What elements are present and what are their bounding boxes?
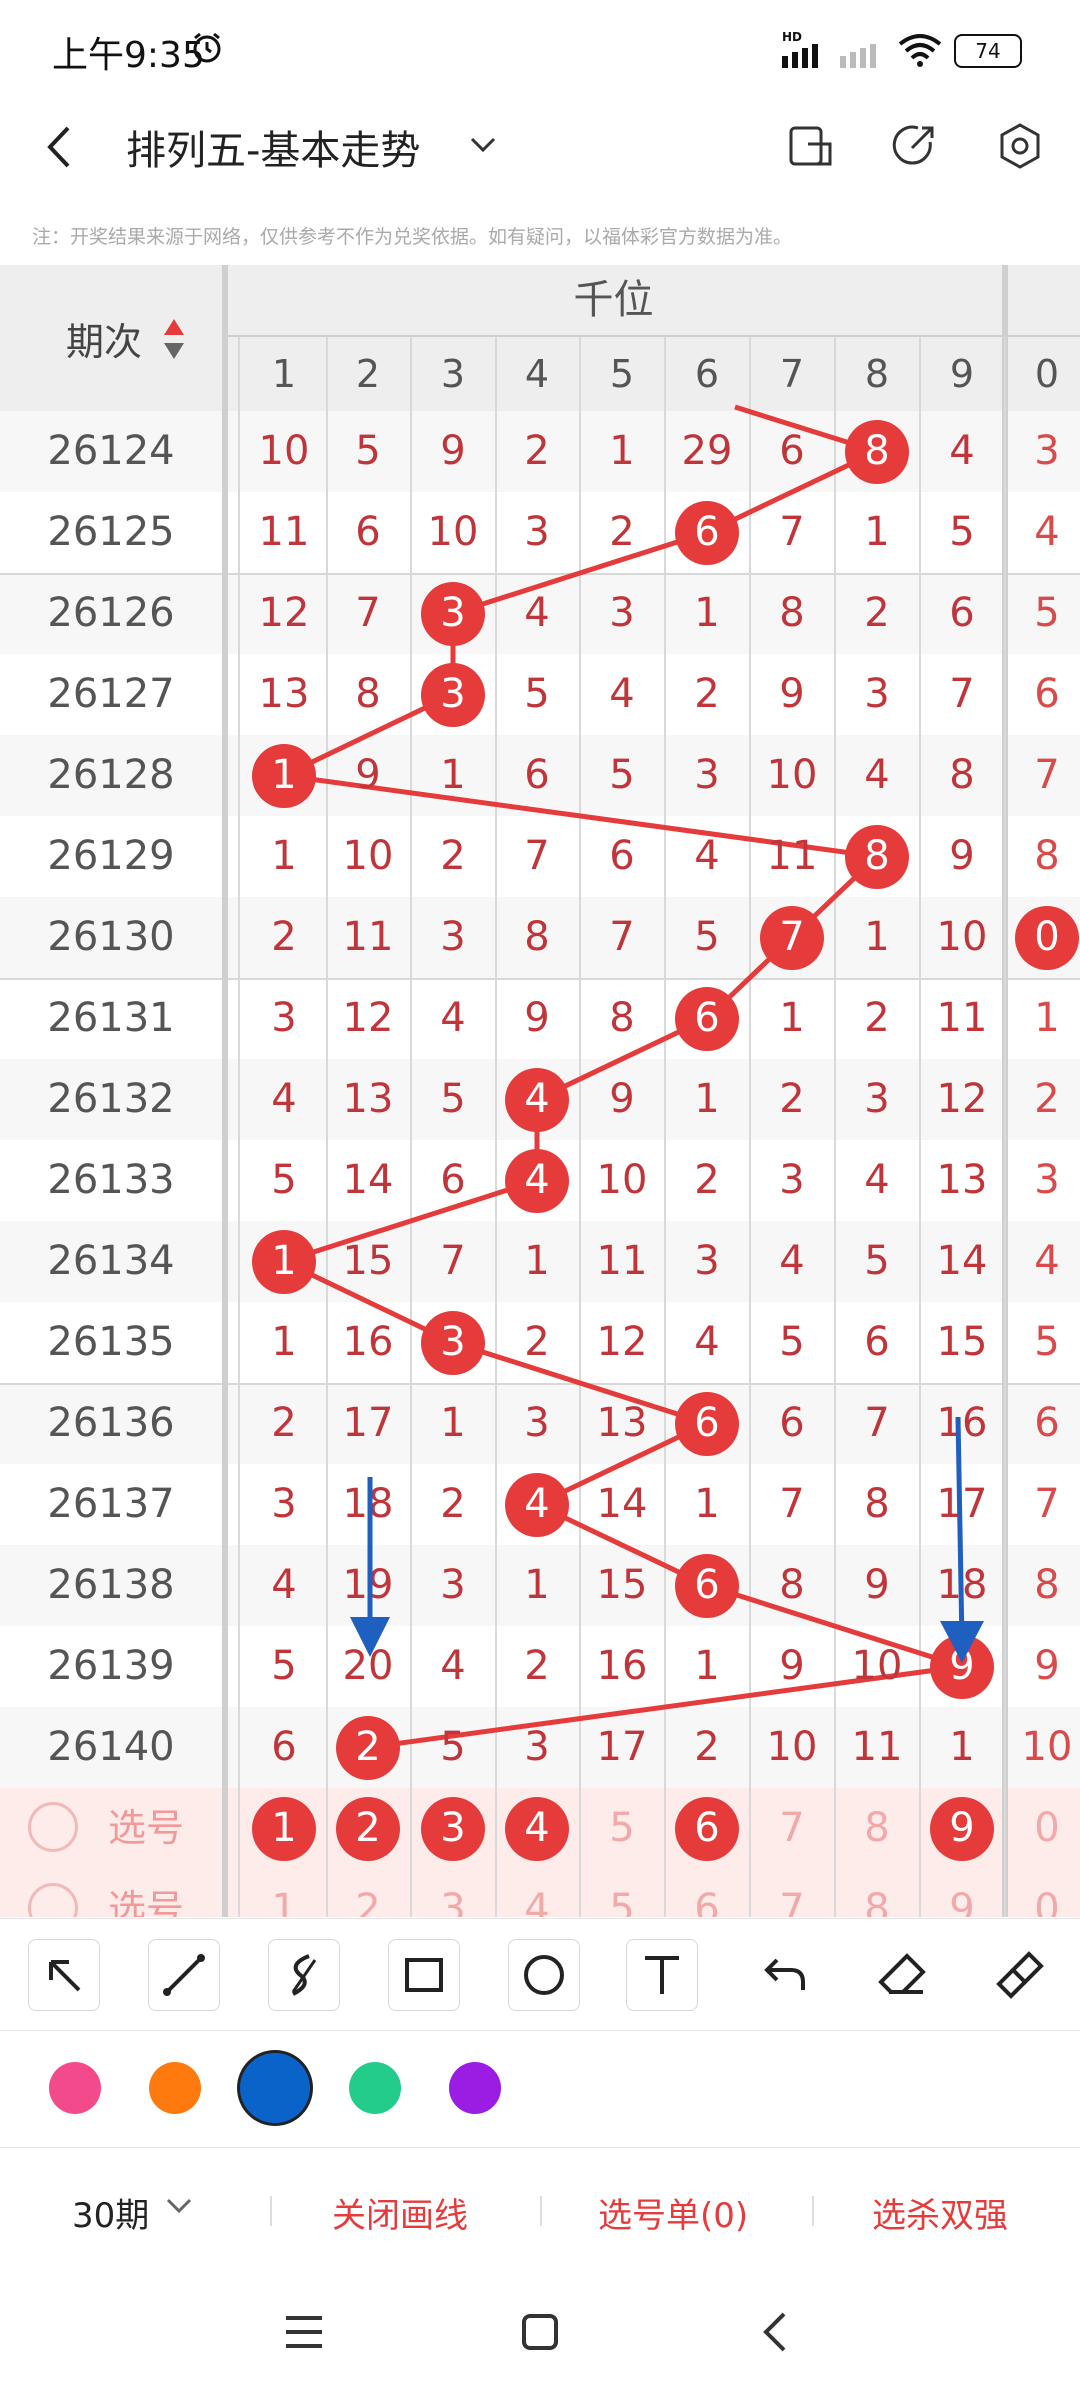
- status-bar: 上午9:35 HD 74: [0, 0, 1080, 100]
- app-header: 排列五-基本走势: [0, 100, 1080, 230]
- color-swatch[interactable]: [349, 2062, 401, 2114]
- close-lines-button[interactable]: 关闭画线: [332, 2188, 468, 2237]
- eraser-icon[interactable]: [866, 1939, 938, 2011]
- text-tool-icon[interactable]: [626, 1939, 698, 2011]
- menu-icon[interactable]: [284, 2312, 324, 2356]
- blue-arrowhead-1: [350, 1617, 390, 1657]
- signal-icon: [782, 42, 832, 72]
- wifi-icon: [898, 32, 942, 72]
- periods-selector[interactable]: 30期: [72, 2188, 149, 2237]
- drawn-arrows: [350, 1416, 984, 1663]
- color-swatch[interactable]: [240, 2053, 310, 2123]
- settings-icon[interactable]: [996, 122, 1044, 174]
- blue-arrow-2: [955, 1416, 965, 1644]
- drawing-toolbar: [0, 1918, 1080, 2029]
- divider: [540, 2196, 542, 2226]
- layout-icon[interactable]: [788, 124, 834, 174]
- divider: [270, 2196, 272, 2226]
- blue-arrowhead-2: [940, 1621, 984, 1663]
- color-palette: [0, 2030, 1080, 2146]
- trend-table: 期次 千位 1234567890 26124 10 5 9 2 1 29 6 8 4 3 26125 1…: [0, 265, 1080, 1917]
- home-icon[interactable]: [520, 2312, 560, 2356]
- share-icon[interactable]: [890, 122, 938, 174]
- line-tool-icon[interactable]: [148, 1939, 220, 2011]
- color-swatch[interactable]: [149, 2062, 201, 2114]
- nav-back-icon[interactable]: [758, 2310, 794, 2358]
- filter-button[interactable]: 选杀双强: [872, 2188, 1008, 2237]
- alarm-icon: [190, 30, 224, 68]
- periods-chevron-icon[interactable]: [164, 2194, 194, 2222]
- status-time: 上午9:35: [52, 35, 205, 76]
- bottom-bar: 30期 关闭画线 选号单(0) 选杀双强: [0, 2147, 1080, 2266]
- rectangle-tool-icon[interactable]: [388, 1939, 460, 2011]
- circle-tool-icon[interactable]: [508, 1939, 580, 2011]
- back-icon[interactable]: [40, 122, 80, 176]
- signal-2-icon: [840, 42, 886, 72]
- chevron-down-icon[interactable]: [468, 130, 498, 164]
- arrow-tool-icon[interactable]: [28, 1939, 100, 2011]
- disclaimer-notice: 注：开奖结果来源于网络，仅供参考不作为兑奖依据。如有疑问，以福体彩官方数据为准。: [32, 226, 793, 248]
- selection-list-button[interactable]: 选号单(0): [598, 2188, 748, 2237]
- page-title[interactable]: 排列五-基本走势: [126, 118, 420, 176]
- system-nav-bar: [0, 2266, 1080, 2400]
- freehand-tool-icon[interactable]: [268, 1939, 340, 2011]
- undo-icon[interactable]: [746, 1939, 818, 2011]
- color-swatch[interactable]: [49, 2062, 101, 2114]
- divider: [812, 2196, 814, 2226]
- clear-brush-icon[interactable]: [984, 1939, 1056, 2011]
- battery-icon: 74: [954, 34, 1022, 68]
- color-swatch[interactable]: [449, 2062, 501, 2114]
